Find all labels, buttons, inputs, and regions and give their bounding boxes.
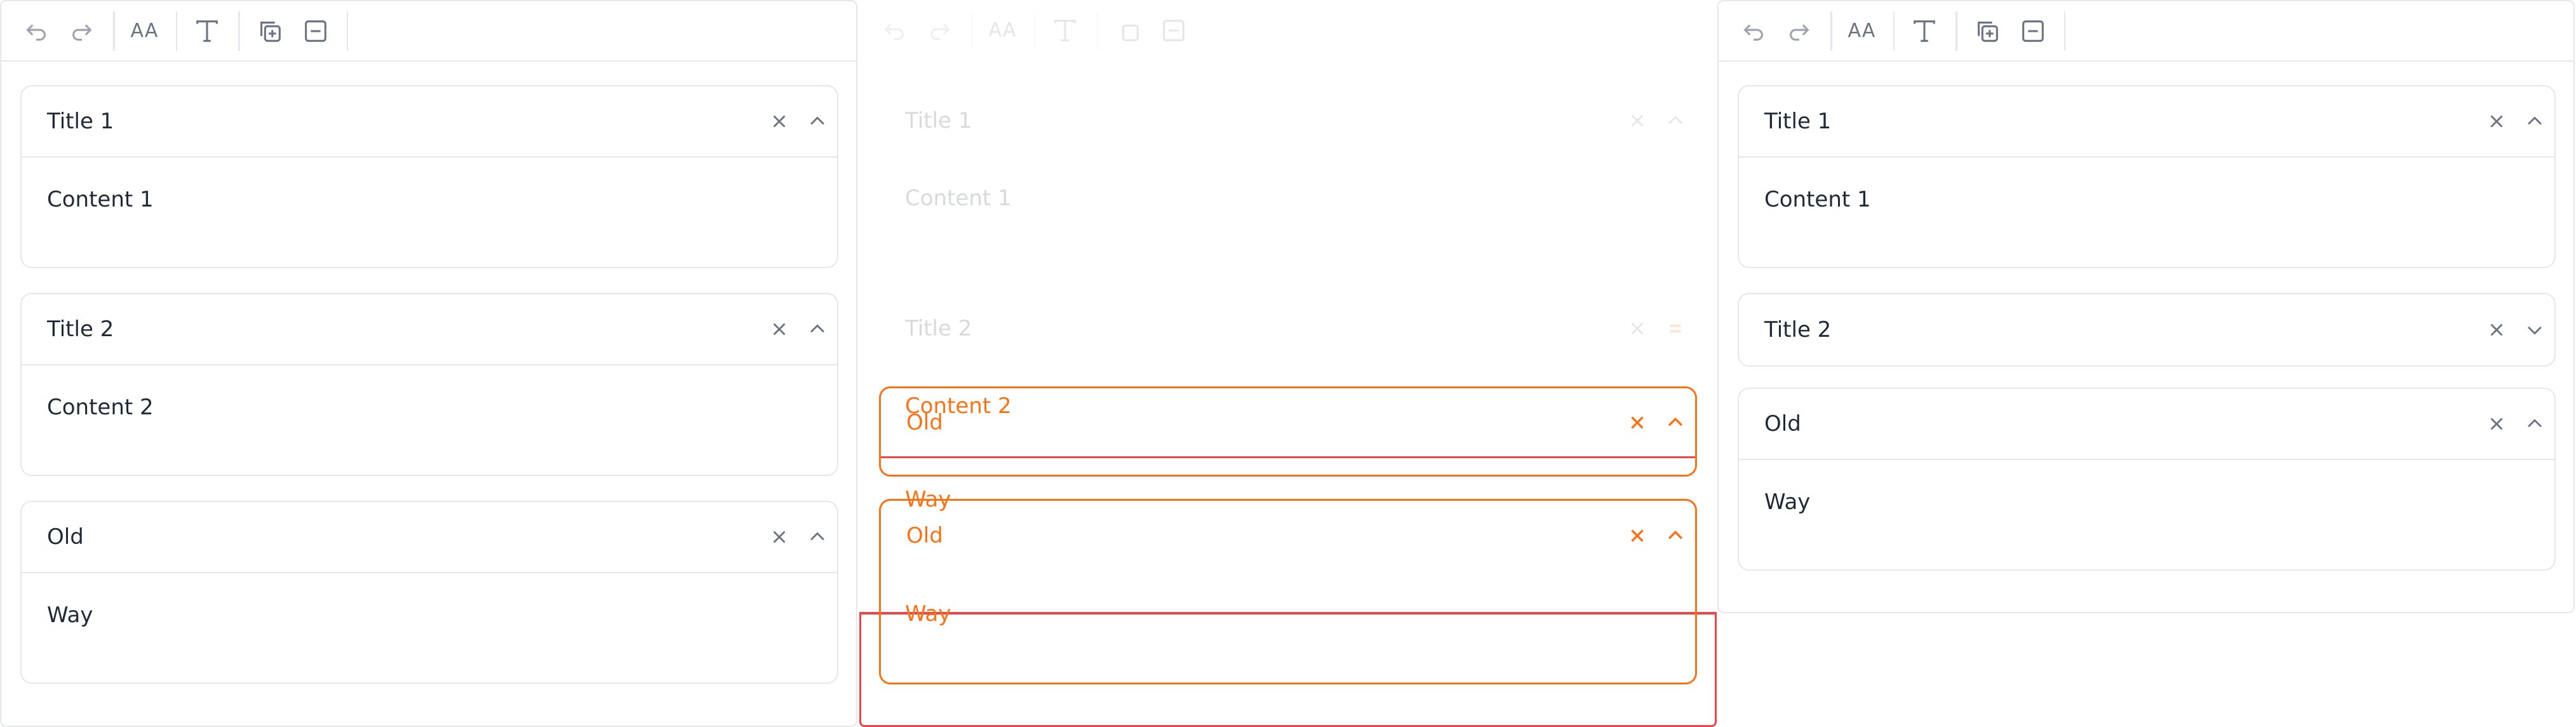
dragged-item[interactable]: Old	[879, 386, 1697, 477]
undo-icon[interactable]	[876, 12, 913, 49]
font-size-label: AA	[988, 19, 1017, 41]
chevron-up-icon[interactable]	[799, 103, 836, 140]
toolbar-divider	[238, 11, 240, 51]
drag-handle-icon	[1657, 310, 1694, 347]
chevron-up-icon[interactable]	[799, 311, 836, 348]
close-icon[interactable]	[2478, 405, 2515, 442]
accordion-title: Title 2	[1764, 317, 1832, 343]
accordion-content: Content 1	[905, 186, 1012, 211]
accordion-item: Title 1 Content 1	[20, 85, 838, 268]
toolbar: AA	[859, 0, 1717, 60]
close-icon	[1619, 310, 1656, 347]
close-icon[interactable]	[761, 519, 798, 555]
close-icon[interactable]	[1619, 404, 1656, 441]
accordion-content: Content 1	[1764, 187, 1871, 212]
toolbar-divider	[1096, 10, 1098, 50]
toolbar-divider	[1033, 10, 1035, 50]
accordion-item: Title 1 Content 1	[1738, 85, 2556, 268]
close-icon	[1619, 102, 1656, 139]
accordion-item: Old Way	[20, 501, 838, 684]
accordion-title: Title 1	[1764, 109, 1832, 134]
font-size-label: AA	[130, 20, 159, 42]
redo-icon[interactable]	[1781, 13, 1818, 50]
font-size-label: AA	[1848, 20, 1876, 42]
undo-icon[interactable]	[1735, 13, 1772, 50]
font-size-button[interactable]: AA	[1844, 13, 1881, 50]
accordion-title: Title 1	[47, 109, 114, 134]
close-icon[interactable]	[1619, 517, 1656, 554]
text-format-icon[interactable]	[1047, 12, 1083, 49]
accordion-title: Title 1	[905, 108, 972, 133]
toolbar-divider	[346, 11, 348, 51]
toolbar-divider	[1830, 11, 1832, 51]
text-format-icon[interactable]	[1906, 13, 1943, 50]
close-icon[interactable]	[761, 103, 798, 140]
chevron-up-icon[interactable]	[2516, 103, 2553, 140]
remove-icon[interactable]	[1155, 12, 1192, 49]
duplicate-icon[interactable]	[252, 13, 288, 50]
chevron-up-icon	[1657, 102, 1694, 139]
accordion-header: Title 1	[880, 85, 1695, 156]
accordion-header[interactable]: Old	[881, 388, 1695, 458]
accordion-item: Title 2 Content 2	[20, 293, 838, 476]
close-icon[interactable]	[761, 311, 798, 348]
toolbar: AA	[1, 1, 856, 62]
editor-panel-left: AA Title 1 Content 1 Title 2 Content 2 O…	[0, 0, 857, 727]
accordion-header[interactable]: Old	[881, 501, 1695, 571]
accordion-header[interactable]: Title 2	[1739, 294, 2554, 365]
toolbar-divider	[1893, 11, 1895, 51]
toolbar-divider	[2063, 11, 2065, 51]
accordion-title: Old	[906, 523, 943, 548]
accordion-item: Title 2	[1738, 293, 2556, 367]
toolbar: AA	[1719, 1, 2573, 62]
remove-icon[interactable]	[2015, 13, 2051, 50]
chevron-up-icon[interactable]	[1657, 517, 1694, 554]
undo-icon[interactable]	[18, 13, 55, 50]
chevron-down-icon[interactable]	[2516, 311, 2553, 348]
accordion-title: Old	[1764, 411, 1801, 437]
ghost-accordion-item: Title 1 Content 1	[878, 84, 1696, 267]
accordion-content: Content 1	[47, 187, 154, 212]
close-icon[interactable]	[2478, 103, 2515, 140]
duplicate-icon[interactable]	[1969, 13, 2006, 50]
chevron-up-icon[interactable]	[2516, 405, 2553, 442]
accordion-title: Title 2	[47, 316, 114, 342]
redo-icon[interactable]	[64, 13, 100, 50]
accordion-header[interactable]: Title 2	[22, 294, 837, 365]
text-format-icon[interactable]	[189, 13, 225, 50]
accordion-header[interactable]: Old	[1739, 389, 2554, 460]
ghost-layer: AA Title 1 Content 1 Title 2	[859, 0, 1717, 365]
accordion-title: Old	[47, 524, 84, 550]
duplicate-icon[interactable]	[1110, 12, 1146, 49]
redo-icon[interactable]	[922, 12, 958, 49]
chevron-up-icon[interactable]	[1657, 404, 1694, 441]
accordion-item: Old Way	[1738, 388, 2556, 571]
toolbar-divider	[971, 10, 973, 50]
accordion-title: Old	[906, 409, 943, 435]
dragged-item[interactable]: Old	[879, 499, 1697, 684]
font-size-button[interactable]: AA	[126, 13, 163, 50]
accordion-header[interactable]: Old	[22, 502, 837, 573]
accordion-title: Title 2	[905, 316, 972, 341]
accordion-content: Content 2	[47, 395, 154, 420]
accordion-header[interactable]: Title 1	[1739, 86, 2554, 158]
dragged-content: Way	[905, 601, 951, 627]
toolbar-divider	[113, 11, 115, 51]
chevron-up-icon[interactable]	[799, 519, 836, 555]
accordion-header[interactable]: Title 1	[22, 86, 837, 158]
editor-panel-right: AA Title 1 Content 1 Title 2 Old Way	[1717, 0, 2575, 613]
accordion-content: Way	[1764, 489, 1811, 515]
remove-icon[interactable]	[297, 13, 334, 50]
accordion-content: Way	[47, 602, 93, 628]
font-size-button[interactable]: AA	[984, 12, 1021, 49]
close-icon[interactable]	[2478, 311, 2515, 348]
toolbar-divider	[1955, 11, 1957, 51]
ghost-accordion-item: Title 2	[878, 292, 1696, 365]
toolbar-divider	[175, 11, 177, 51]
accordion-header: Title 2	[880, 293, 1695, 364]
